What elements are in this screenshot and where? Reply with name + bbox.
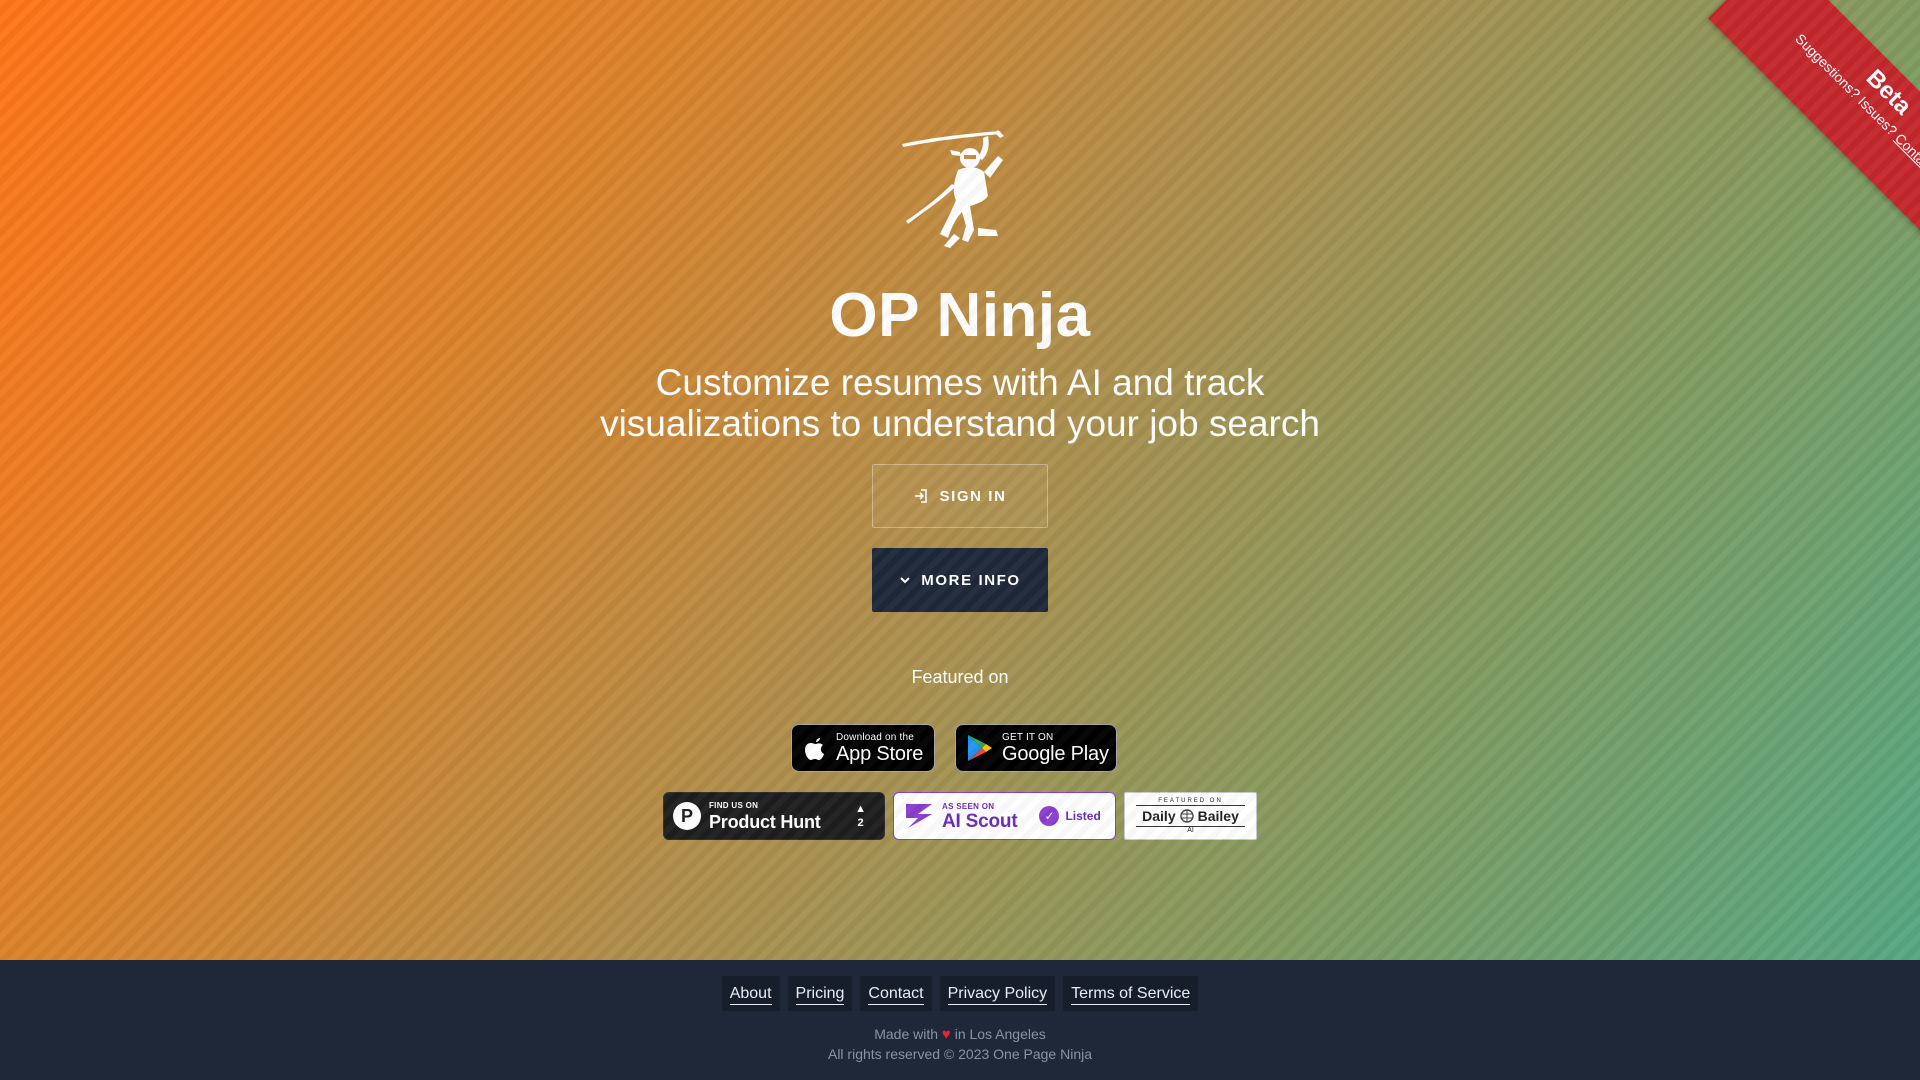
more-info-button[interactable]: MORE INFO xyxy=(872,548,1048,612)
chevron-down-icon xyxy=(900,577,911,584)
google-play-small: GET IT ON xyxy=(1002,731,1054,743)
footer-link-about-label: About xyxy=(729,985,772,1005)
app-store-small: Download on the xyxy=(836,731,915,743)
subtitle-line-2: visualizations to understand your job se… xyxy=(600,403,1320,444)
ninja-logo-icon xyxy=(902,130,1004,248)
page-subtitle: Customize resumes with AI and track visu… xyxy=(560,362,1360,444)
product-hunt-small: FIND US ON xyxy=(709,800,759,810)
ai-scout-small: AS SEEN ON xyxy=(942,801,995,811)
daily-bailey-name-left: Daily xyxy=(1142,807,1176,824)
apple-icon xyxy=(805,738,824,760)
upvote-count: ▲ 2 xyxy=(855,802,866,830)
google-play-text: GET IT ON Google Play xyxy=(1002,732,1109,765)
app-store-text: Download on the App Store xyxy=(836,732,923,765)
made-with-prefix: Made with xyxy=(874,1026,939,1042)
listed-label: Listed xyxy=(1065,809,1101,823)
copyright-text: All rights reserved © 2023 One Page Ninj… xyxy=(827,1046,1092,1062)
check-icon: ✓ xyxy=(1039,806,1060,826)
featured-heading: Featured on xyxy=(911,667,1009,687)
google-play-icon xyxy=(968,735,992,761)
footer: About Pricing Contact Privacy Policy Ter… xyxy=(0,960,1920,1080)
app-store-badge[interactable]: Download on the App Store xyxy=(791,724,935,772)
beta-label: Beta xyxy=(1860,64,1917,121)
brain-icon xyxy=(1179,808,1194,823)
product-hunt-big: Product Hunt xyxy=(709,811,821,832)
sign-in-label: SIGN IN xyxy=(939,487,1007,505)
product-hunt-text: FIND US ON Product Hunt xyxy=(709,800,821,833)
made-with-text: Made with ♥ in Los Angeles xyxy=(0,1026,1920,1043)
more-info-label: MORE INFO xyxy=(921,571,1021,589)
daily-bailey-name: Daily Bailey xyxy=(1136,804,1245,827)
daily-bailey-ai: AI xyxy=(1187,826,1194,834)
ai-scout-badge[interactable]: AS SEEN ON AI Scout ✓ Listed xyxy=(893,792,1116,840)
hero-section: OP Ninja Customize resumes with AI and t… xyxy=(0,0,1920,960)
upvote-number: 2 xyxy=(857,817,864,829)
subtitle-line-1: Customize resumes with AI and track xyxy=(655,362,1265,403)
footer-link-privacy-label: Privacy Policy xyxy=(947,985,1048,1005)
footer-link-privacy[interactable]: Privacy Policy xyxy=(939,976,1056,1011)
footer-link-contact-label: Contact xyxy=(868,985,924,1005)
listed-status: ✓ Listed xyxy=(1039,806,1101,826)
google-play-badge[interactable]: GET IT ON Google Play xyxy=(955,724,1117,772)
footer-link-terms-label: Terms of Service xyxy=(1071,985,1191,1005)
product-hunt-icon: P xyxy=(673,802,701,830)
ai-scout-text: AS SEEN ON AI Scout xyxy=(942,801,1018,832)
made-with-suffix: in Los Angeles xyxy=(954,1026,1046,1042)
daily-bailey-badge[interactable]: FEATURED ON Daily Bailey AI xyxy=(1124,792,1257,840)
upvote-triangle-icon: ▲ xyxy=(855,803,866,815)
footer-link-contact[interactable]: Contact xyxy=(860,976,932,1011)
footer-link-terms[interactable]: Terms of Service xyxy=(1063,976,1199,1011)
daily-bailey-small: FEATURED ON xyxy=(1158,797,1223,804)
ai-scout-logo-icon xyxy=(906,804,932,828)
daily-bailey-name-right: Bailey xyxy=(1197,807,1239,824)
heart-icon: ♥ xyxy=(941,1026,951,1043)
page-title: OP Ninja xyxy=(829,281,1091,350)
footer-links: About Pricing Contact Privacy Policy Ter… xyxy=(0,976,1920,1011)
product-hunt-badge[interactable]: P FIND US ON Product Hunt ▲ 2 xyxy=(663,792,885,840)
footer-link-pricing-label: Pricing xyxy=(795,985,845,1005)
beta-ribbon: Beta Suggestions? Issues? Contact us xyxy=(1708,0,1920,260)
ai-scout-big: AI Scout xyxy=(942,810,1018,832)
app-store-big: App Store xyxy=(836,742,924,765)
google-play-big: Google Play xyxy=(1002,742,1109,765)
beta-ribbon-container: Beta Suggestions? Issues? Contact us xyxy=(1660,0,1920,260)
footer-link-about[interactable]: About xyxy=(721,976,780,1011)
login-arrow-icon xyxy=(915,489,928,503)
footer-link-pricing[interactable]: Pricing xyxy=(787,976,853,1011)
sign-in-button[interactable]: SIGN IN xyxy=(872,464,1048,528)
